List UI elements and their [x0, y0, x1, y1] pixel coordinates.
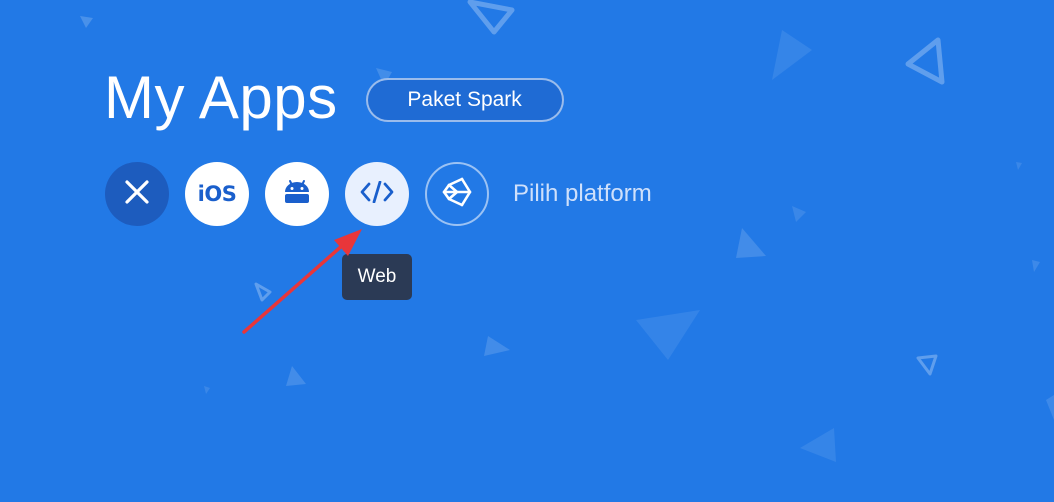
close-icon: [123, 178, 151, 211]
web-platform-button[interactable]: [345, 162, 409, 226]
pick-platform-label: Pilih platform: [513, 180, 652, 207]
ios-icon: iOS: [197, 182, 237, 206]
plan-badge[interactable]: Paket Spark: [365, 78, 564, 122]
android-icon: [282, 179, 312, 210]
android-platform-button[interactable]: [265, 162, 329, 226]
platform-selector: iOS Pilih platform: [105, 162, 652, 226]
web-tooltip: Web: [342, 254, 412, 300]
unity-platform-button[interactable]: [425, 162, 489, 226]
page-header: My Apps Paket Spark: [104, 62, 564, 134]
ios-platform-button[interactable]: iOS: [185, 162, 249, 226]
unity-icon: [440, 175, 474, 214]
page-title: My Apps: [104, 64, 338, 131]
code-icon: [360, 180, 394, 208]
close-button[interactable]: [105, 162, 169, 226]
